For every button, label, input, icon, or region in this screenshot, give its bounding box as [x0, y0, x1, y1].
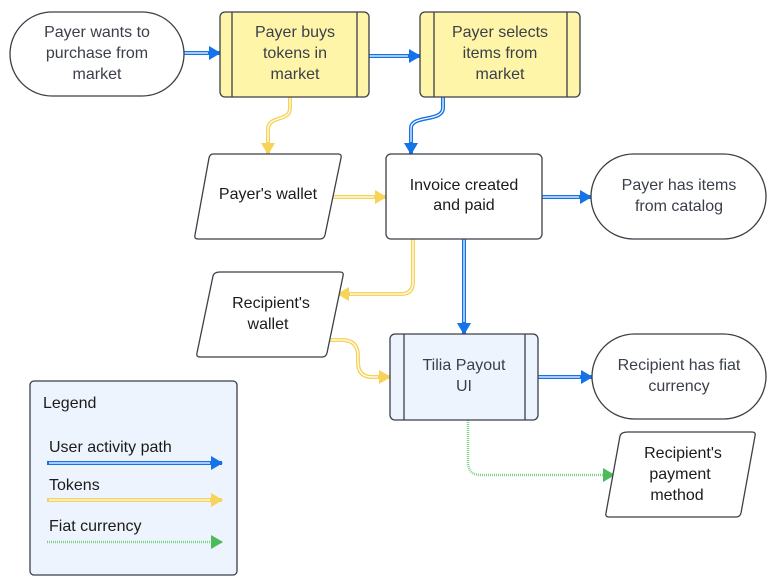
node-recipient-fiat[interactable]: Recipient has fiat currency [591, 333, 767, 420]
node-buys-tokens[interactable]: Payer buys tokens in market [219, 11, 370, 98]
legend-label: Tokens [49, 477, 100, 494]
node-tilia-payout-ui[interactable]: Tilia Payout UI [389, 333, 539, 421]
legend-label: User activity path [49, 439, 172, 456]
node-start[interactable]: Payer wants to purchase from market [9, 11, 185, 97]
payout-flow-diagram: Payer wants to purchase from market Payer … [9, 11, 767, 576]
node-selects-items[interactable]: Payer selects items from market [419, 11, 581, 98]
node-invoice[interactable]: Invoice created and paid [385, 153, 543, 240]
node-payment-method[interactable]: Recipient's payment method [605, 431, 756, 518]
node-label: Payer's wallet [219, 186, 318, 203]
node-payer-has-items[interactable]: Payer has items from catalog [590, 153, 767, 240]
connector-tilia-to-payment-method [466, 420, 615, 482]
connector-buys-to-payer-wallet [261, 97, 292, 155]
connector-invoice-to-recipient-wallet [337, 239, 415, 301]
legend-label: Fiat currency [49, 518, 141, 535]
node-payer-wallet[interactable]: Payer's wallet [194, 153, 342, 240]
node-recipient-wallet[interactable]: Recipient's wallet [196, 271, 344, 358]
connector-recipient-wallet-to-tilia [327, 338, 391, 384]
connector-selects-to-invoice [404, 97, 445, 155]
legend: Legend User activity path Tokens Fiat cu… [29, 380, 238, 576]
legend-title: Legend [43, 395, 96, 412]
